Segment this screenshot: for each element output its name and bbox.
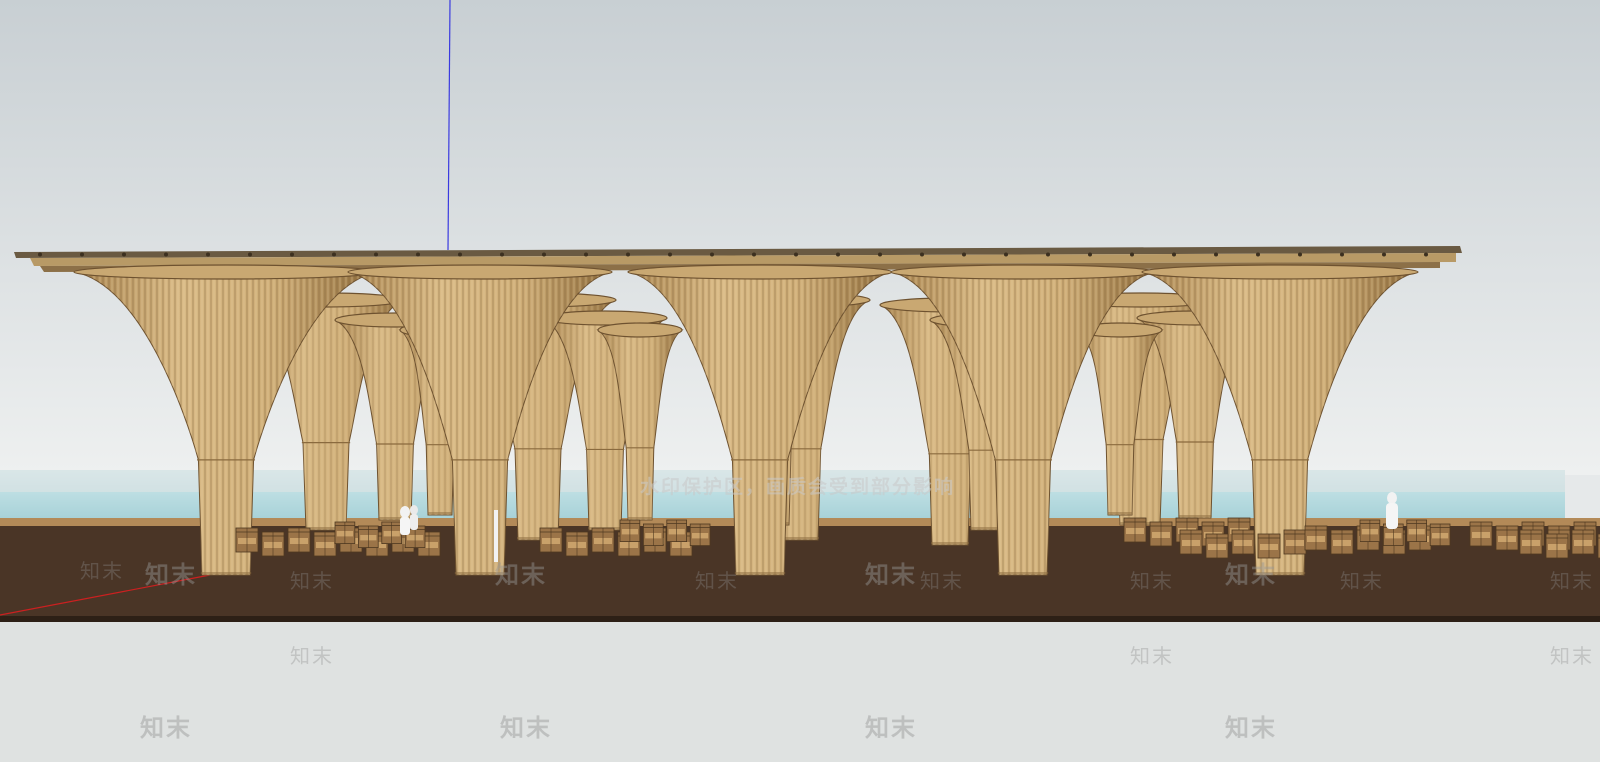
wooden-chair (1469, 521, 1493, 547)
wooden-chair (1123, 517, 1147, 543)
wooden-chair (235, 527, 259, 553)
wooden-chair (334, 521, 356, 545)
wooden-chair (1205, 533, 1229, 559)
wooden-chair (1257, 533, 1281, 559)
wooden-chair (357, 525, 379, 549)
wooden-chair (1231, 529, 1255, 555)
wooden-chair (313, 531, 337, 557)
wooden-chair (1149, 521, 1173, 547)
wooden-chair (1283, 529, 1307, 555)
wooden-chair (1406, 519, 1428, 543)
wooden-chair (1304, 525, 1328, 551)
white-post (494, 510, 498, 562)
wooden-chair (689, 523, 711, 547)
bamboo-pavilion-scene[interactable] (0, 0, 1600, 762)
wooden-chair (1545, 533, 1569, 559)
wooden-chair (666, 519, 687, 543)
wooden-chair (381, 521, 402, 545)
wooden-chair (565, 531, 589, 557)
wooden-chair (1359, 519, 1381, 543)
wooden-chair (1519, 529, 1543, 555)
wooden-chair (643, 523, 664, 547)
wooden-chair (1330, 529, 1354, 555)
wooden-chair (261, 531, 285, 557)
wooden-chair (1495, 525, 1519, 551)
ground-plane (0, 622, 1600, 762)
wooden-chair (539, 527, 563, 553)
wooden-chair (619, 519, 641, 543)
wooden-chair (591, 527, 615, 553)
wooden-chair (1429, 523, 1451, 547)
floor-front-edge (0, 616, 1600, 622)
wooden-chair (1571, 529, 1595, 555)
person-figure-right (1386, 492, 1398, 529)
model-viewport[interactable]: 水印保护区，画质会受到部分影响 知末 知末 知末 知末 知末 知末 知末 知末 知末 知末 知末 知末… (0, 0, 1600, 762)
wooden-chair (1179, 529, 1203, 555)
wooden-chair (287, 527, 311, 553)
